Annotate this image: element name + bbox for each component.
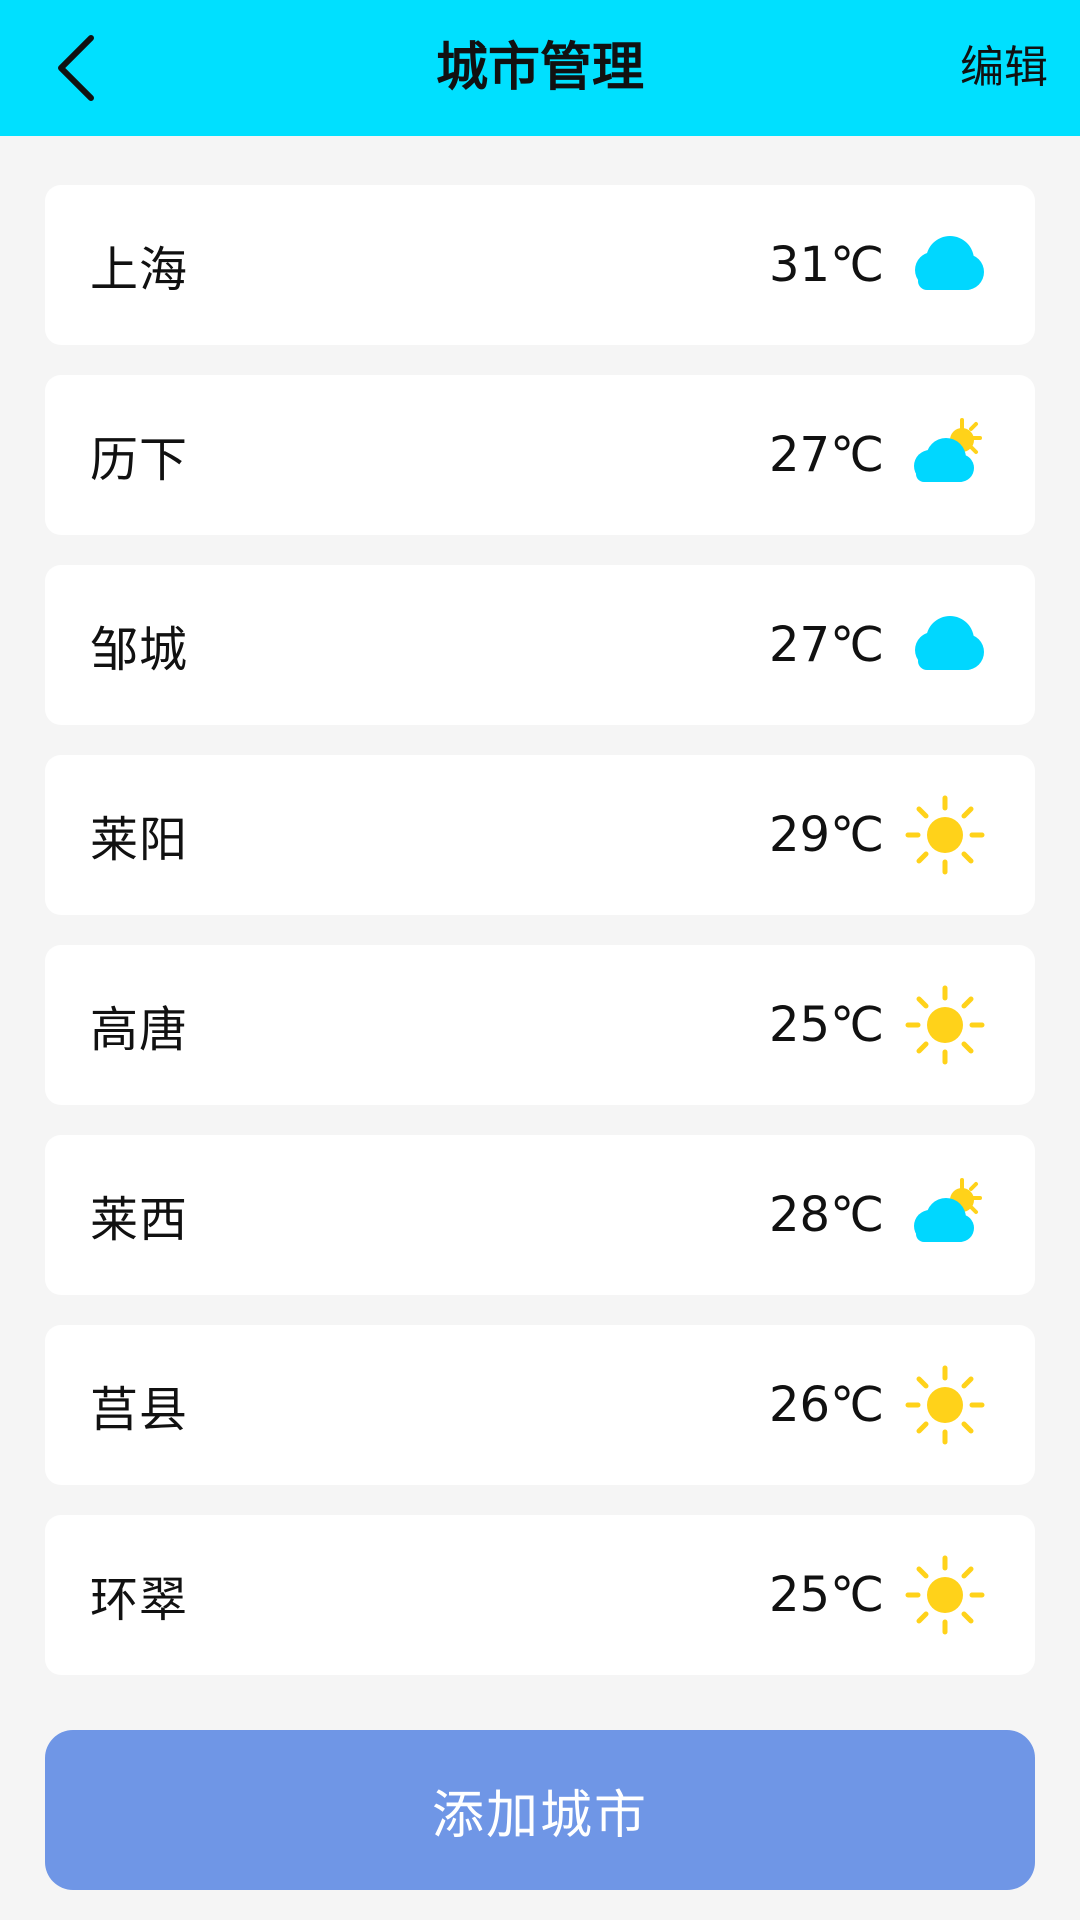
sun-icon bbox=[905, 1365, 985, 1445]
cloud-icon bbox=[915, 236, 984, 290]
city-card-0[interactable]: 上海 31℃ bbox=[45, 185, 1035, 345]
city-name: 莱阳 bbox=[90, 812, 189, 868]
temperature: 26℃ bbox=[769, 1377, 884, 1433]
sun-icon bbox=[905, 1555, 985, 1635]
weather-summary: 25℃ bbox=[764, 1550, 990, 1640]
city-card-4[interactable]: 高唐 25℃ bbox=[45, 945, 1035, 1105]
city-name: 高唐 bbox=[90, 1002, 189, 1058]
cloud-icon bbox=[915, 616, 984, 670]
city-name: 邹城 bbox=[90, 622, 189, 678]
city-card-2[interactable]: 邹城 27℃ bbox=[45, 565, 1035, 725]
weather-summary: 29℃ bbox=[764, 790, 990, 880]
city-name: 环翠 bbox=[90, 1572, 189, 1628]
temperature: 27℃ bbox=[769, 427, 884, 483]
weather-summary: 26℃ bbox=[764, 1360, 990, 1450]
city-card-5[interactable]: 莱西 28℃ bbox=[45, 1135, 1035, 1295]
back-button[interactable] bbox=[40, 28, 112, 108]
city-name: 莒县 bbox=[90, 1382, 189, 1438]
city-name: 历下 bbox=[90, 432, 189, 488]
city-name: 上海 bbox=[90, 242, 189, 298]
city-name: 莱西 bbox=[90, 1192, 189, 1248]
temperature: 31℃ bbox=[769, 237, 884, 293]
sun-icon bbox=[905, 795, 985, 875]
temperature: 25℃ bbox=[769, 1567, 884, 1623]
page-title: 城市管理 bbox=[435, 38, 644, 98]
weather-summary: 31℃ bbox=[764, 220, 990, 310]
add-city-button[interactable]: 添加城市 bbox=[45, 1730, 1035, 1890]
city-card-6[interactable]: 莒县 26℃ bbox=[45, 1325, 1035, 1485]
city-card-7[interactable]: 环翠 25℃ bbox=[45, 1515, 1035, 1675]
temperature: 25℃ bbox=[769, 997, 884, 1053]
city-card-3[interactable]: 莱阳 29℃ bbox=[45, 755, 1035, 915]
sun-icon bbox=[905, 985, 985, 1065]
temperature: 28℃ bbox=[769, 1187, 884, 1243]
city-card-1[interactable]: 历下 27℃ bbox=[45, 375, 1035, 535]
chevron-left-icon bbox=[58, 35, 94, 101]
weather-summary: 25℃ bbox=[764, 980, 990, 1070]
weather-summary: 28℃ bbox=[764, 1170, 990, 1260]
city-list: 上海 31℃ 历下 27℃ 邹城 27℃ 莱阳 29℃ 高唐 25℃ 莱西 28… bbox=[45, 185, 1035, 1705]
app-header: 城市管理 编辑 bbox=[0, 0, 1080, 136]
temperature: 27℃ bbox=[769, 617, 884, 673]
partly-cloudy-icon bbox=[914, 1178, 982, 1242]
weather-summary: 27℃ bbox=[764, 600, 990, 690]
temperature: 29℃ bbox=[769, 807, 884, 863]
partly-cloudy-icon bbox=[914, 418, 982, 482]
weather-summary: 27℃ bbox=[764, 410, 990, 500]
edit-button[interactable]: 编辑 bbox=[960, 0, 1048, 136]
